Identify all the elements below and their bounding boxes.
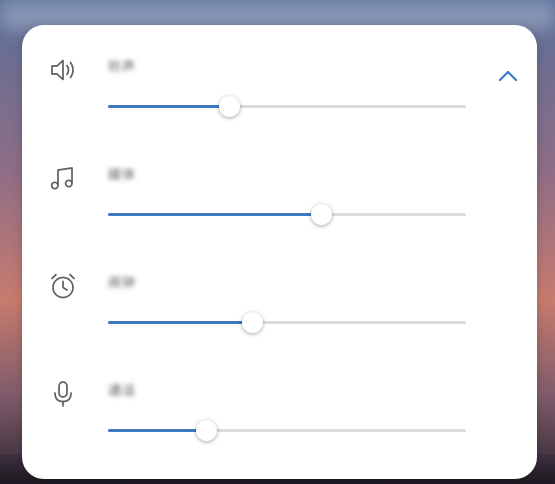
volume-row-ringtone: 铃声 bbox=[22, 25, 537, 117]
microphone-icon bbox=[48, 379, 78, 409]
volume-row-call: 通话 bbox=[22, 349, 537, 441]
volume-row-label: 通话 bbox=[108, 384, 137, 399]
slider-fill bbox=[108, 321, 253, 324]
volume-panel: 铃声 媒体 闹钟 通话 bbox=[22, 25, 537, 479]
alarm-volume-slider[interactable] bbox=[108, 311, 466, 335]
slider-thumb[interactable] bbox=[310, 204, 332, 225]
volume-row-alarm: 闹钟 bbox=[22, 241, 537, 333]
volume-row-label: 铃声 bbox=[108, 60, 137, 75]
slider-fill bbox=[108, 213, 322, 216]
media-volume-slider[interactable] bbox=[108, 203, 466, 227]
call-volume-slider[interactable] bbox=[108, 419, 466, 443]
slider-thumb[interactable] bbox=[195, 420, 217, 441]
volume-row-media: 媒体 bbox=[22, 133, 537, 225]
volume-row-label: 闹钟 bbox=[108, 276, 137, 291]
slider-fill bbox=[108, 429, 207, 432]
ringtone-volume-slider[interactable] bbox=[108, 95, 466, 119]
volume-row-label: 媒体 bbox=[108, 168, 137, 183]
slider-thumb[interactable] bbox=[218, 96, 240, 117]
alarm-clock-icon bbox=[48, 271, 78, 301]
slider-fill bbox=[108, 105, 230, 108]
music-note-icon bbox=[48, 163, 78, 193]
speaker-icon bbox=[48, 55, 78, 85]
slider-thumb[interactable] bbox=[241, 312, 263, 333]
